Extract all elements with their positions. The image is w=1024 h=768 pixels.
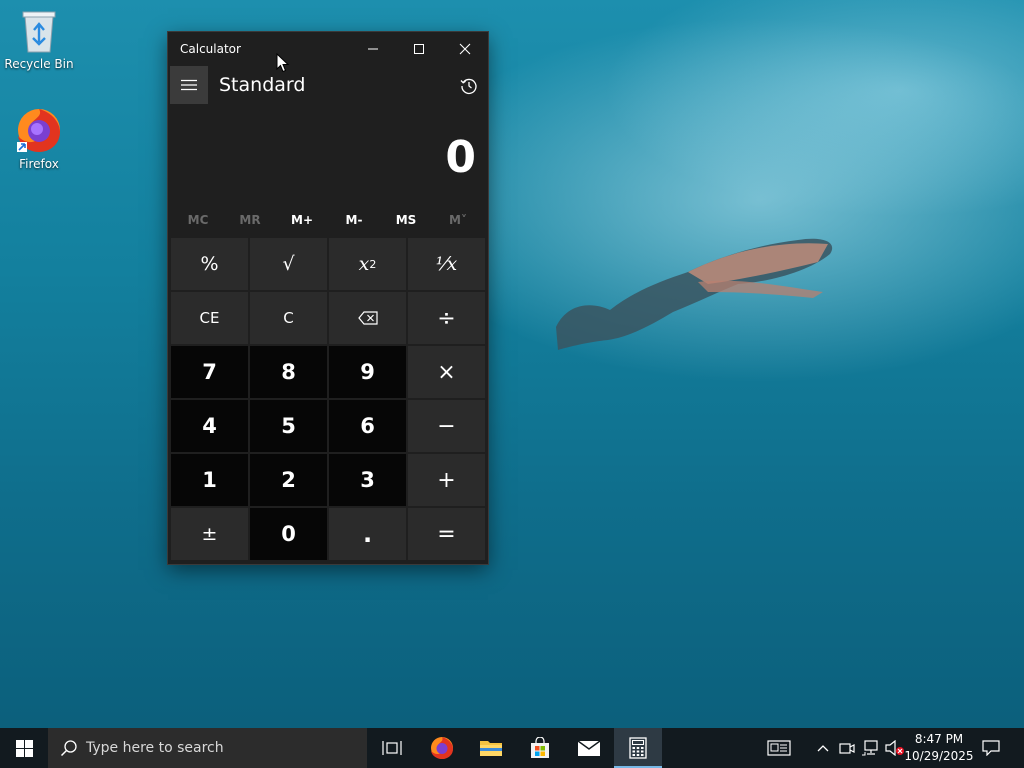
taskbar-firefox[interactable] [418,728,466,768]
clear-button[interactable]: C [250,292,327,344]
store-bag-icon [531,737,549,758]
clock-date: 10/29/2025 [904,749,974,763]
taskbar-calculator[interactable] [614,728,662,768]
percent-button[interactable]: % [171,238,248,290]
digit-9-button[interactable]: 9 [329,346,406,398]
memory-add-button[interactable]: M+ [276,208,328,232]
square-root-button[interactable]: √ [250,238,327,290]
negate-button[interactable]: ± [171,508,248,560]
result-display: 0 [445,132,476,183]
maximize-button[interactable] [396,32,442,66]
digit-5-button[interactable]: 5 [250,400,327,452]
network-status-button[interactable] [860,728,882,768]
digit-3-button[interactable]: 3 [329,454,406,506]
taskbar-search-box[interactable]: Type here to search [48,728,367,768]
calculator-icon [629,737,647,759]
search-placeholder: Type here to search [86,740,224,756]
meet-now-button[interactable] [836,728,858,768]
history-button[interactable] [454,72,484,100]
calculator-window: Calculator Standard 0 MC MR M+ M- MS M˅ … [168,32,488,564]
decimal-button[interactable]: . [329,508,406,560]
window-title: Calculator [180,42,241,56]
backspace-icon [357,311,378,325]
network-icon [862,740,878,756]
taskbar-clock[interactable]: 8:47 PM 10/29/2025 [900,731,978,765]
hamburger-icon [181,79,197,91]
memory-row: MC MR M+ M- MS M˅ [172,208,484,232]
memory-store-button[interactable]: MS [380,208,432,232]
action-center-button[interactable] [978,728,1004,768]
firefox-icon [17,109,60,152]
wallpaper-swimmer [556,238,833,350]
folder-icon [480,741,502,756]
title-bar[interactable]: Calculator [168,32,488,66]
equals-button[interactable]: = [408,508,485,560]
maximize-icon [414,44,424,54]
taskbar-mail[interactable] [565,728,613,768]
firefox-label: Firefox [19,157,59,171]
digit-8-button[interactable]: 8 [250,346,327,398]
divide-button[interactable]: ÷ [408,292,485,344]
digit-2-button[interactable]: 2 [250,454,327,506]
mouse-cursor-icon [276,53,290,73]
notification-icon [982,740,1000,756]
task-view-button[interactable] [368,728,416,768]
clock-time: 8:47 PM [914,732,964,746]
memory-recall-button[interactable]: MR [224,208,276,232]
memory-list-button[interactable]: M˅ [432,208,484,232]
taskbar: Type here to search 8:47 PM 10/29/2025 [0,728,1024,768]
digit-7-button[interactable]: 7 [171,346,248,398]
minimize-button[interactable] [350,32,396,66]
chevron-up-icon [817,745,829,752]
keypad: % √ x2 ⅟x CE C ÷ 7 8 9 × 4 5 6 − 1 2 3 +… [171,238,487,562]
digit-4-button[interactable]: 4 [171,400,248,452]
subtract-button[interactable]: − [408,400,485,452]
multiply-button[interactable]: × [408,346,485,398]
recycle-bin-label: Recycle Bin [4,57,74,71]
square-button[interactable]: x2 [329,238,406,290]
firefox-icon [431,737,453,759]
search-icon [60,740,77,757]
square-exponent: 2 [369,257,377,271]
start-button[interactable] [0,728,48,768]
clear-entry-button[interactable]: CE [171,292,248,344]
taskbar-file-explorer[interactable] [467,728,515,768]
backspace-button[interactable] [329,292,406,344]
close-button[interactable] [442,32,488,66]
navigation-menu-button[interactable] [170,66,208,104]
memory-subtract-button[interactable]: M- [328,208,380,232]
taskbar-microsoft-store[interactable] [516,728,564,768]
close-icon [459,43,471,55]
history-icon [460,78,477,95]
calculator-mode-title: Standard [219,74,306,96]
digit-6-button[interactable]: 6 [329,400,406,452]
mail-icon [577,740,601,756]
desktop-icon-recycle-bin[interactable]: Recycle Bin [1,8,77,71]
recycle-bin-icon [22,11,56,53]
news-icon [767,740,791,756]
square-base: x [358,253,370,275]
camera-icon [839,743,855,754]
reciprocal-button[interactable]: ⅟x [408,238,485,290]
show-hidden-icons-button[interactable] [812,728,834,768]
digit-1-button[interactable]: 1 [171,454,248,506]
windows-logo-icon [15,739,33,757]
add-button[interactable]: + [408,454,485,506]
minimize-icon [368,48,378,50]
memory-clear-button[interactable]: MC [172,208,224,232]
news-widget-button[interactable] [762,728,796,768]
desktop-icon-firefox[interactable]: Firefox [1,106,77,171]
digit-0-button[interactable]: 0 [250,508,327,560]
task-view-icon [382,741,402,755]
